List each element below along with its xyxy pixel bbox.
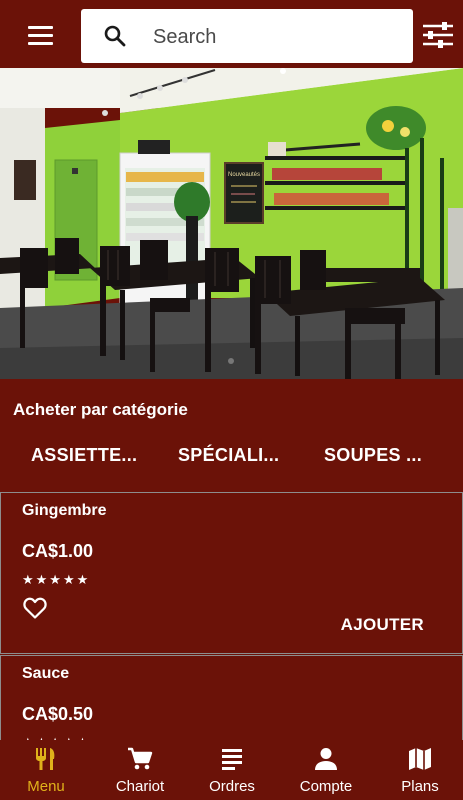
- top-app-bar: [0, 0, 463, 68]
- nav-item-compte[interactable]: Compte: [290, 740, 362, 800]
- search-icon: [104, 25, 126, 47]
- nav-item-chariot[interactable]: Chariot: [104, 740, 176, 800]
- account-person-icon: [315, 748, 337, 770]
- category-tab-assiettes[interactable]: ASSIETTE...: [31, 440, 137, 474]
- orders-list-icon: [222, 749, 242, 770]
- nav-label: Chariot: [115, 778, 165, 795]
- nav-item-plans[interactable]: Plans: [384, 740, 456, 800]
- shopping-cart-icon: [128, 747, 153, 770]
- category-section-title: Acheter par catégorie: [13, 400, 188, 419]
- nav-label: Plans: [401, 778, 439, 795]
- product-price: CA$0.50: [22, 704, 94, 724]
- fork-knife-icon: [36, 748, 55, 770]
- add-to-cart-button[interactable]: AJOUTER: [341, 615, 424, 635]
- category-tab-specialites[interactable]: SPÉCIALI...: [178, 440, 279, 474]
- nav-item-menu[interactable]: Menu: [10, 740, 82, 800]
- product-card[interactable]: Gingembre CA$1.00 ★★★★★ AJOUTER: [0, 492, 463, 654]
- chalkboard-text: Nouveautés: [228, 172, 260, 178]
- nav-label: Ordres: [209, 778, 255, 795]
- product-price: CA$1.00: [22, 541, 94, 561]
- hero-image: Nouveautés: [0, 68, 463, 379]
- rating-stars-text: ★★★★★: [22, 572, 91, 587]
- heart-icon[interactable]: [22, 596, 48, 620]
- tune-sliders-icon[interactable]: [421, 20, 455, 50]
- map-icon: [409, 748, 431, 770]
- search-bar[interactable]: [81, 9, 413, 63]
- category-tabs: ASSIETTE... SPÉCIALI... SOUPES ...: [0, 440, 463, 474]
- category-tab-soupes[interactable]: SOUPES ...: [324, 440, 422, 474]
- product-name: Sauce: [22, 665, 70, 682]
- rating-stars: ★★★★★: [22, 571, 112, 587]
- nav-label: Compte: [299, 778, 353, 795]
- nav-item-ordres[interactable]: Ordres: [196, 740, 268, 800]
- bottom-navigation: Menu Chariot Ordres Compte Plans: [0, 740, 463, 800]
- search-input[interactable]: [151, 19, 395, 55]
- hamburger-menu-icon[interactable]: [24, 22, 58, 48]
- product-name: Gingembre: [22, 502, 107, 519]
- nav-label: Menu: [27, 778, 65, 795]
